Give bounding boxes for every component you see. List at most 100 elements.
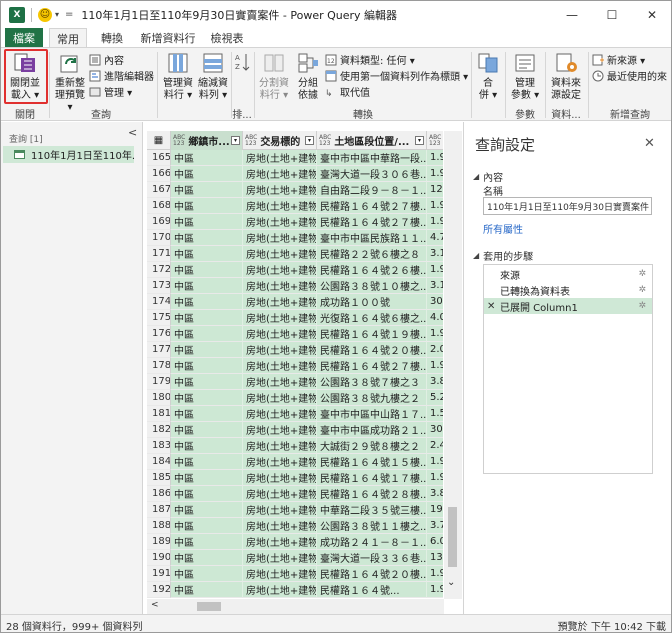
row-number[interactable]: 191 [147, 566, 171, 582]
sort-button[interactable]: AZ [233, 50, 251, 78]
tab-home[interactable]: 常用 [49, 28, 87, 48]
quick-access-customize-icon[interactable]: = [65, 9, 73, 20]
data-type-dropdown[interactable]: 12 資料類型: 任何 ▾ [325, 52, 415, 67]
cell-transaction-target[interactable]: 房地(土地+建物) [243, 390, 317, 406]
table-row[interactable]: 166中區房地(土地+建物)臺灣大道一段３０６巷...1.95 [147, 166, 443, 182]
cell-transaction-target[interactable]: 房地(土地+建物) [243, 406, 317, 422]
collapse-queries-icon[interactable]: < [128, 126, 137, 139]
cell-land[interactable]: 12.85 [427, 182, 443, 198]
step-converted-to-table[interactable]: 已轉換為資料表 ✲ [484, 282, 652, 298]
cell-transaction-target[interactable]: 房地(土地+建物) [243, 374, 317, 390]
new-source-button[interactable]: 新來源 ▾ [592, 52, 645, 67]
query-name-input[interactable]: 110年1月1日至110年9月30日實賣案件 [483, 197, 652, 215]
cell-land[interactable]: 13.75 [427, 550, 443, 566]
grid-corner-menu[interactable]: ▦ [147, 131, 171, 150]
filter-dropdown-icon[interactable]: ▾ [415, 136, 424, 145]
cell-district[interactable]: 中區 [171, 182, 243, 198]
applied-steps-section[interactable]: ◢ 套用的步驟 [473, 248, 533, 263]
table-row[interactable]: 174中區房地(土地+建物)成功路１００號30.67 [147, 294, 443, 310]
cell-land[interactable]: 1.95 [427, 166, 443, 182]
tab-add-column[interactable]: 新增資料行 [137, 28, 199, 48]
cell-district[interactable]: 中區 [171, 358, 243, 374]
tab-view[interactable]: 檢視表 [205, 28, 249, 48]
cell-district[interactable]: 中區 [171, 230, 243, 246]
table-row[interactable]: 168中區房地(土地+建物)民權路１６４號２７樓...1.95 [147, 198, 443, 214]
cell-district[interactable]: 中區 [171, 262, 243, 278]
group-by-button[interactable]: 分組 依據 [293, 50, 323, 102]
cell-district[interactable]: 中區 [171, 566, 243, 582]
cell-transaction-target[interactable]: 房地(土地+建物) [243, 502, 317, 518]
cell-land[interactable]: 1.95 [427, 262, 443, 278]
cell-district[interactable]: 中區 [171, 374, 243, 390]
cell-land[interactable]: 1.55 [427, 406, 443, 422]
reduce-rows-button[interactable]: 縮減資 料列 ▾ [195, 50, 231, 102]
row-number[interactable]: 185 [147, 470, 171, 486]
cell-district[interactable]: 中區 [171, 550, 243, 566]
step-expanded-column1[interactable]: ✕ 已展開 Column1 ✲ [484, 298, 652, 314]
cell-district[interactable]: 中區 [171, 534, 243, 550]
use-first-row-headers-button[interactable]: 使用第一個資料列作為標頭 ▾ [325, 68, 468, 83]
row-number[interactable]: 169 [147, 214, 171, 230]
row-number[interactable]: 177 [147, 342, 171, 358]
query-item[interactable]: 110年1月1日至110年... [3, 146, 134, 163]
cell-land-location[interactable]: 民權路１６４號２７樓... [317, 214, 427, 230]
table-row[interactable]: 190中區房地(土地+建物)臺灣大道一段３３６巷...13.75 [147, 550, 443, 566]
cell-district[interactable]: 中區 [171, 518, 243, 534]
cell-land-location[interactable]: 臺中市中區民族路１１... [317, 230, 427, 246]
table-row[interactable]: 180中區房地(土地+建物)公園路３８號九樓之２5.27 [147, 390, 443, 406]
cell-land-location[interactable]: 成功路１００號 [317, 294, 427, 310]
cell-transaction-target[interactable]: 房地(土地+建物) [243, 214, 317, 230]
all-properties-link[interactable]: 所有屬性 [483, 221, 523, 236]
cell-transaction-target[interactable]: 房地(土地+建物) [243, 486, 317, 502]
cell-transaction-target[interactable]: 房地(土地+建物) [243, 342, 317, 358]
table-row[interactable]: 186中區房地(土地+建物)民權路１６４號２８樓...3.86 [147, 486, 443, 502]
table-row[interactable]: 188中區房地(土地+建物)公園路３８號１１樓之...3.71 [147, 518, 443, 534]
row-number[interactable]: 184 [147, 454, 171, 470]
replace-values-button[interactable]: ↳ 取代值 [325, 84, 370, 99]
cell-transaction-target[interactable]: 房地(土地+建物) [243, 518, 317, 534]
cell-land[interactable]: 4.02 [427, 310, 443, 326]
advanced-editor-button[interactable]: 進階編輯器 [89, 68, 154, 83]
table-row[interactable]: 169中區房地(土地+建物)民權路１６４號２７樓...1.95 [147, 214, 443, 230]
cell-transaction-target[interactable]: 房地(土地+建物) [243, 534, 317, 550]
cell-land[interactable]: 1.95 [427, 566, 443, 582]
column-header-land-location[interactable]: ABC 123 土地區段位置/... ▾ [317, 131, 427, 150]
row-number[interactable]: 172 [147, 262, 171, 278]
step-source[interactable]: 來源 ✲ [484, 266, 652, 282]
cell-land[interactable]: 3.86 [427, 486, 443, 502]
cell-transaction-target[interactable]: 房地(土地+建物) [243, 310, 317, 326]
cell-district[interactable]: 中區 [171, 198, 243, 214]
cell-land-location[interactable]: 民權路１６４號２０樓... [317, 566, 427, 582]
cell-district[interactable]: 中區 [171, 326, 243, 342]
cell-transaction-target[interactable]: 房地(土地+建物) [243, 566, 317, 582]
cell-district[interactable]: 中區 [171, 150, 243, 166]
close-window-button[interactable]: ✕ [632, 1, 672, 28]
cell-transaction-target[interactable]: 房地(土地+建物) [243, 182, 317, 198]
properties-button[interactable]: 內容 [89, 52, 124, 67]
cell-transaction-target[interactable]: 房地(土地+建物) [243, 326, 317, 342]
cell-land[interactable]: 1.95 [427, 582, 443, 598]
tab-file[interactable]: 檔案 [5, 28, 43, 48]
table-row[interactable]: 189中區房地(土地+建物)成功路２４１－８－１...6.04 [147, 534, 443, 550]
row-number[interactable]: 189 [147, 534, 171, 550]
combine-button[interactable]: 合 併 ▾ [475, 50, 501, 102]
filter-dropdown-icon[interactable]: ▾ [305, 136, 314, 145]
table-row[interactable]: 171中區房地(土地+建物)民權路２２號６樓之８3.12 [147, 246, 443, 262]
cell-land[interactable]: 19.58 [427, 502, 443, 518]
cell-land-location[interactable]: 臺中市中區中山路１７... [317, 406, 427, 422]
cell-land[interactable]: 30.83 [427, 422, 443, 438]
cell-land-location[interactable]: 成功路２４１－８－１... [317, 534, 427, 550]
cell-land[interactable]: 1.95 [427, 214, 443, 230]
cell-land[interactable]: 1.95 [427, 454, 443, 470]
row-number[interactable]: 181 [147, 406, 171, 422]
cell-land-location[interactable]: 民權路１６４號２７樓... [317, 198, 427, 214]
cell-land-location[interactable]: 民權路１６４號２０樓... [317, 342, 427, 358]
cell-land[interactable]: 3.12 [427, 246, 443, 262]
cell-district[interactable]: 中區 [171, 582, 243, 598]
cell-land-location[interactable]: 民權路１６４號２７樓... [317, 358, 427, 374]
cell-transaction-target[interactable]: 房地(土地+建物) [243, 438, 317, 454]
column-header-district[interactable]: ABC 123 鄉鎮市... ▾ [171, 131, 243, 150]
row-number[interactable]: 174 [147, 294, 171, 310]
cell-district[interactable]: 中區 [171, 422, 243, 438]
row-number[interactable]: 192 [147, 582, 171, 598]
